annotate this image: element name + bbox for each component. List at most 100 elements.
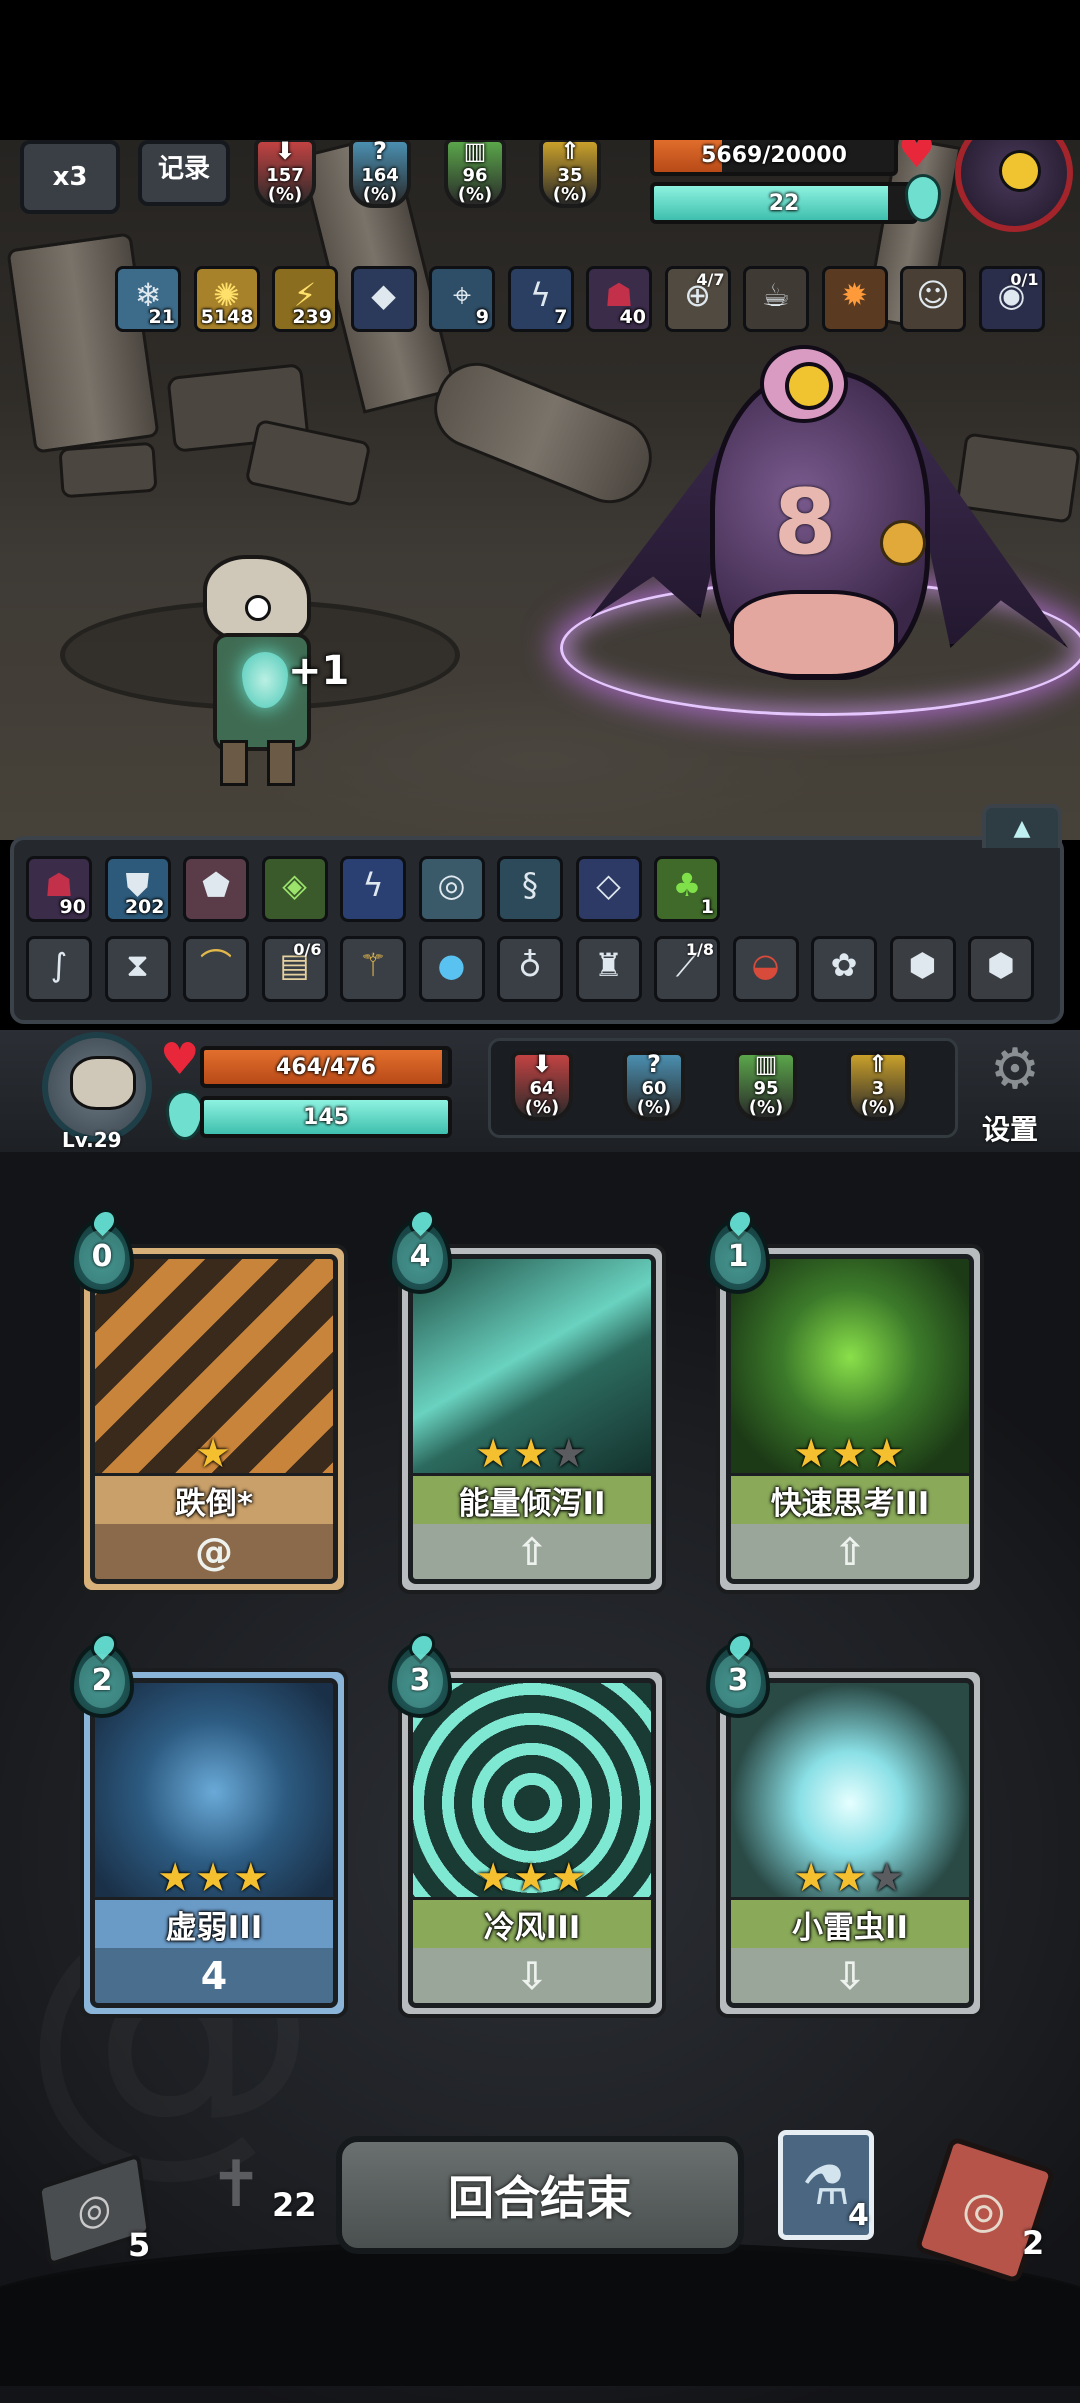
relic-icon[interactable]: ⬢ bbox=[889, 936, 956, 1002]
enemy-status-icon[interactable]: ⌖ 9 bbox=[429, 266, 495, 332]
card-frame: ★ 跌倒* @ bbox=[90, 1254, 338, 1584]
card[interactable]: ★★★ 小雷虫II ⇩ bbox=[716, 1668, 984, 2018]
card[interactable]: ★★★ 快速思考III ⇧ bbox=[716, 1244, 984, 1594]
star-icon: ★ bbox=[793, 1431, 832, 1477]
player-buff-icon[interactable]: ♣ 1 bbox=[654, 856, 720, 922]
player-buff-icon[interactable]: ⛊ 202 bbox=[104, 856, 171, 922]
stat-badge[interactable]: ? 60 (%) bbox=[623, 1051, 685, 1121]
enemy-status-icon[interactable]: ✹ bbox=[821, 266, 888, 332]
stat-badge[interactable]: ? 164 (%) bbox=[349, 140, 411, 208]
settings-label[interactable]: 设置 bbox=[982, 1108, 1038, 1148]
card[interactable]: ★★★ 能量倾泻II ⇧ bbox=[398, 1244, 666, 1594]
status-count bbox=[882, 328, 885, 329]
enemy-status-icon[interactable]: ❄ 21 bbox=[115, 266, 181, 332]
status-count: 40 bbox=[619, 306, 646, 328]
upgrade-arrow-icon: ⇧ bbox=[731, 1524, 969, 1579]
grave-icon[interactable]: ✝ bbox=[196, 2140, 276, 2230]
stat-badge[interactable]: ⬇ 157 (%) bbox=[254, 140, 316, 208]
star-icon: ★ bbox=[195, 1855, 233, 1901]
relic-counter: 1/8 bbox=[685, 940, 714, 959]
enemy-status-icon[interactable]: ◆ bbox=[350, 266, 417, 332]
enemy-portrait[interactable] bbox=[955, 140, 1073, 232]
card-cost-value: 0 bbox=[91, 1238, 113, 1274]
log-button[interactable]: 记录 bbox=[138, 140, 230, 206]
enemy-hp-text: 5669/20000 bbox=[701, 142, 847, 168]
heart-icon: ♥ bbox=[898, 140, 936, 177]
enemy-status-icon[interactable]: ☺ bbox=[900, 266, 966, 332]
stat-value: 60 bbox=[641, 1078, 667, 1099]
card-stars: ★ bbox=[95, 1431, 333, 1477]
locked-slot-icon: ⬢ bbox=[908, 946, 937, 984]
relic-icon[interactable]: ⬢ bbox=[968, 936, 1034, 1002]
enemy-status-icon[interactable]: ⊕ 4/7 bbox=[664, 266, 731, 332]
arrow-up-icon: ⇑ bbox=[559, 140, 581, 165]
log-button-label: 记录 bbox=[157, 154, 210, 184]
enemy-status-icon[interactable]: ☕ bbox=[743, 266, 809, 332]
enemy-status-icon[interactable]: ⚡ 239 bbox=[272, 266, 338, 332]
player-energy-text: 145 bbox=[303, 1104, 349, 1130]
relic-icon[interactable]: ⌒ bbox=[183, 936, 249, 1002]
relic-icon[interactable]: ◒ bbox=[732, 936, 799, 1002]
card[interactable]: ★ 跌倒* @ bbox=[80, 1244, 348, 1594]
stat-unit: (%) bbox=[552, 184, 588, 205]
player-buff-icon[interactable]: ◎ bbox=[418, 856, 485, 922]
player-buff-icon[interactable]: ⬟ bbox=[183, 856, 249, 922]
buff-count bbox=[479, 918, 482, 919]
relic-icon[interactable]: ♁ bbox=[497, 936, 563, 1002]
stat-badge[interactable]: ▥ 96 (%) bbox=[444, 140, 506, 208]
star-icon: ★ bbox=[513, 1855, 551, 1901]
card[interactable]: ★★★ 虚弱III 4 bbox=[80, 1668, 348, 2018]
player-buff-icon[interactable]: ◇ bbox=[575, 856, 642, 922]
enemy-status-icon[interactable]: ◉ 0/1 bbox=[978, 266, 1045, 332]
stat-badge[interactable]: ▥ 95 (%) bbox=[735, 1051, 797, 1121]
enemy-status-icon[interactable]: ☗ 40 bbox=[586, 266, 652, 332]
player-buff-icon[interactable]: ☗ 90 bbox=[26, 856, 92, 922]
relic-icon[interactable]: ♜ bbox=[575, 936, 642, 1002]
end-turn-button[interactable]: 回合结束 bbox=[336, 2136, 744, 2254]
question-icon: ? bbox=[647, 1050, 661, 1078]
enemy-mouth bbox=[730, 590, 898, 678]
relic-icon[interactable]: ⧗ bbox=[104, 936, 171, 1002]
card-stars: ★★★ bbox=[731, 1431, 969, 1477]
relic-icon[interactable]: ∫ bbox=[26, 936, 92, 1002]
defense-icon: ▥ bbox=[754, 1050, 778, 1078]
eye bbox=[245, 595, 271, 621]
card-stars: ★★★ bbox=[413, 1431, 651, 1477]
stat-value: 95 bbox=[753, 1078, 779, 1099]
enemy-eye bbox=[785, 362, 833, 410]
green-crystal-icon: ◈ bbox=[282, 866, 307, 904]
buff-count bbox=[557, 918, 560, 919]
speed-button[interactable]: x3 bbox=[20, 140, 120, 214]
relic-icon[interactable]: ✿ bbox=[811, 936, 877, 1002]
defense-icon: ▥ bbox=[463, 140, 487, 165]
enemy-portrait-eye bbox=[999, 150, 1041, 192]
stat-badge[interactable]: ⇑ 3 (%) bbox=[847, 1051, 909, 1121]
relic-icon[interactable]: ● bbox=[418, 936, 485, 1002]
card[interactable]: ★★★ 冷风III ⇩ bbox=[398, 1668, 666, 2018]
stat-badge[interactable]: ⇑ 35 (%) bbox=[539, 140, 601, 208]
status-count bbox=[1039, 328, 1042, 329]
curse-swirl-icon: @ bbox=[95, 1524, 333, 1579]
card-frame: ★★★ 虚弱III 4 bbox=[90, 1678, 338, 2008]
card-cost-value: 3 bbox=[409, 1662, 431, 1698]
stat-badge[interactable]: ⬇ 64 (%) bbox=[511, 1051, 573, 1121]
leg bbox=[220, 740, 248, 786]
player-buff-icon[interactable]: ϟ bbox=[340, 856, 406, 922]
star-icon: ★ bbox=[831, 1855, 869, 1901]
card-name: 跌倒* bbox=[95, 1473, 333, 1527]
collapse-panel-button[interactable]: ▲ bbox=[982, 804, 1062, 848]
relic-icon[interactable]: ▤ 0/6 bbox=[261, 936, 328, 1002]
enemy-monster[interactable]: 8 bbox=[590, 340, 1068, 740]
relic-icon[interactable]: ⚚ bbox=[340, 936, 406, 1002]
enemy-status-icon[interactable]: ✺ 5148 bbox=[193, 266, 260, 332]
enemy-status-icon[interactable]: ϟ7 bbox=[507, 266, 574, 332]
player-avatar[interactable] bbox=[42, 1032, 152, 1142]
gear-icon[interactable]: ⚙ bbox=[980, 1040, 1050, 1100]
enemy-energy-bar: 22 bbox=[650, 182, 918, 224]
player-buff-icon[interactable]: § bbox=[497, 856, 563, 922]
stat-unit: (%) bbox=[362, 184, 398, 205]
star-icon: ★ bbox=[793, 1855, 832, 1901]
player-buff-icon[interactable]: ◈ bbox=[261, 856, 328, 922]
player-hp-text: 464/476 bbox=[276, 1054, 376, 1080]
relic-icon[interactable]: ⟋ 1/8 bbox=[654, 936, 720, 1002]
